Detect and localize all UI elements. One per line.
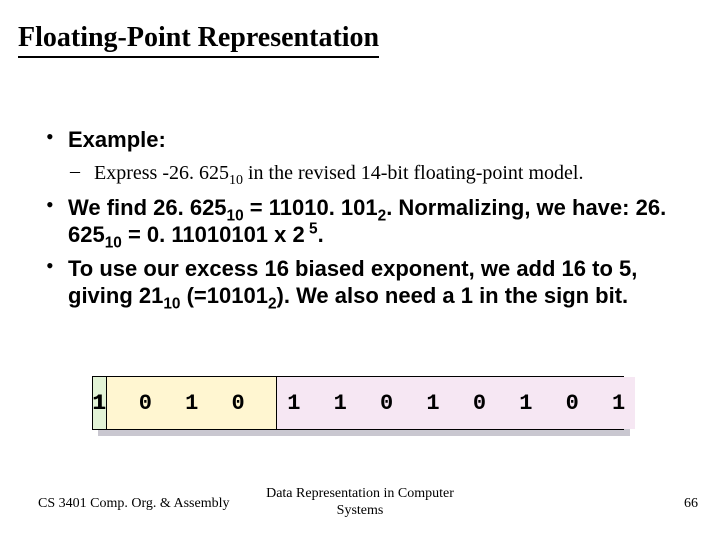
text-frag: = 0. 11010101 x 2 (122, 222, 305, 247)
footer-topic-line1: Data Representation in Computer (266, 486, 454, 501)
slide-body: Example: Express -26. 62510 in the revis… (46, 126, 674, 316)
text-frag: Express -26. 625 (94, 162, 229, 184)
slide: Floating-Point Representation Example: E… (0, 0, 720, 540)
subscript: 10 (229, 173, 243, 188)
text-frag: = 11010. 101 (244, 195, 378, 220)
bullet-excess: To use our excess 16 biased exponent, we… (46, 255, 674, 310)
bullet-find-text: We find 26. 62510 = 11010. 1012. Normali… (68, 195, 666, 248)
exponent-cell: 1 0 1 0 1 (107, 377, 277, 429)
text-frag: . (318, 222, 324, 247)
subbullet-express-text: Express -26. 62510 in the revised 14-bit… (94, 162, 583, 184)
slide-title: Floating-Point Representation (18, 22, 379, 58)
text-frag: in the revised 14-bit floating-point mod… (243, 162, 584, 184)
subbullet-express: Express -26. 62510 in the revised 14-bit… (70, 160, 674, 186)
subscript: 10 (163, 295, 180, 312)
bullet-excess-text: To use our excess 16 biased exponent, we… (68, 256, 637, 309)
text-frag: (=10101 (180, 283, 267, 308)
bullet-example-text: Example: (68, 127, 166, 152)
subscript: 2 (378, 207, 387, 224)
footer-topic-line2: Systems (337, 503, 384, 518)
bit-diagram: 1 1 0 1 0 1 1 1 0 1 0 1 0 1 (92, 376, 624, 430)
bit-diagram-box: 1 1 0 1 0 1 1 1 0 1 0 1 0 1 (92, 376, 624, 430)
bullet-example: Example: (46, 126, 674, 154)
bullet-find: We find 26. 62510 = 11010. 1012. Normali… (46, 194, 674, 249)
footer-page-number: 66 (684, 496, 698, 512)
text-frag: We find 26. 625 (68, 195, 227, 220)
footer-topic: Data Representation in Computer Systems (0, 486, 720, 520)
superscript: 5 (305, 221, 318, 238)
subscript: 10 (105, 234, 122, 251)
text-frag: ). We also need a 1 in the sign bit. (277, 283, 629, 308)
subscript: 2 (268, 295, 277, 312)
mantissa-cell: 1 1 0 1 0 1 0 1 (277, 377, 635, 429)
